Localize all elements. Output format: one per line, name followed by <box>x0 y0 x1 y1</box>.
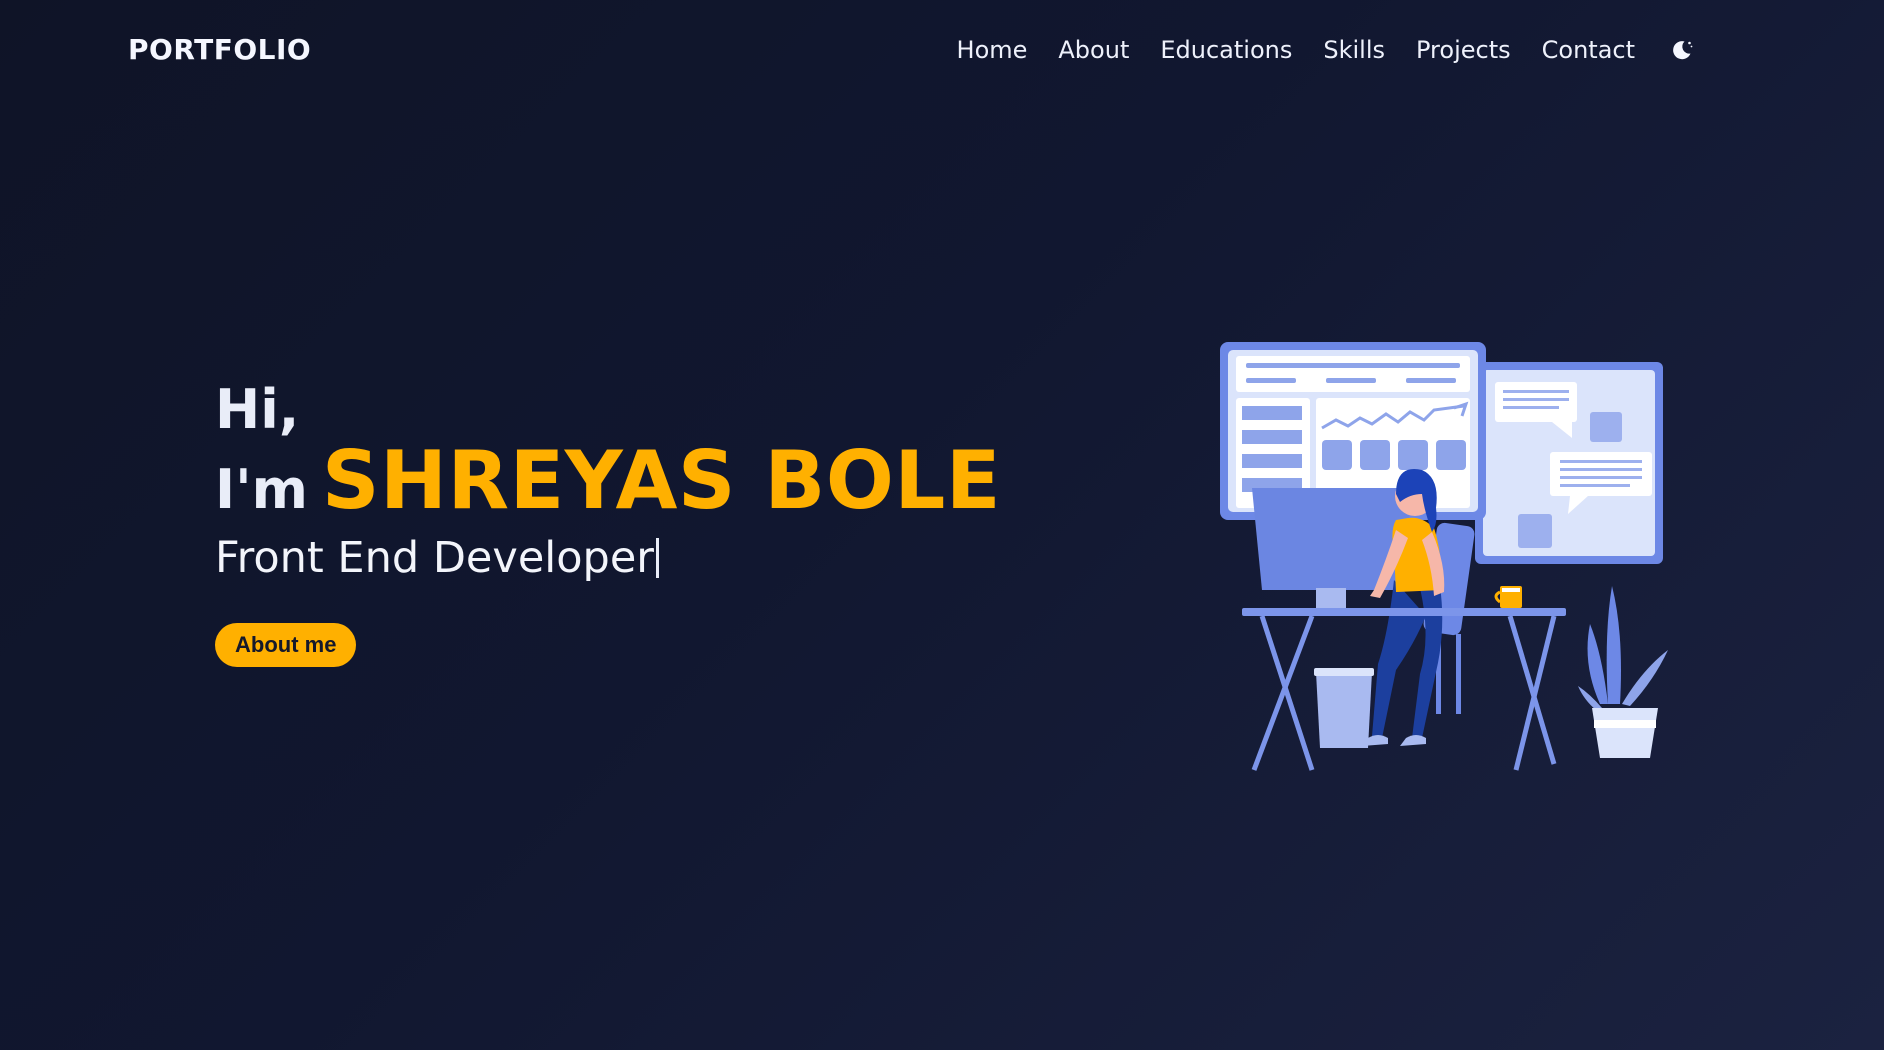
developer-at-desk-illustration <box>1210 334 1680 774</box>
hero-name: SHREYAS BOLE <box>321 434 1001 528</box>
nav-link-contact[interactable]: Contact <box>1542 36 1635 64</box>
typing-cursor <box>655 538 659 579</box>
nav-links: Home About Educations Skills Projects Co… <box>957 36 1694 64</box>
navbar: PORTFOLIO Home About Educations Skills P… <box>0 0 1884 104</box>
nav-link-about[interactable]: About <box>1058 36 1129 64</box>
logo[interactable]: PORTFOLIO <box>128 33 311 66</box>
about-me-button[interactable]: About me <box>215 623 357 668</box>
hero-greeting: Hi, <box>215 378 300 441</box>
hero-im-text: I'm <box>215 458 308 522</box>
nav-link-skills[interactable]: Skills <box>1323 36 1385 64</box>
moon-icon[interactable] <box>1670 38 1694 62</box>
hero-role-line: Front End Developer <box>215 533 1001 583</box>
nav-link-educations[interactable]: Educations <box>1160 36 1292 64</box>
hero-name-line: I'm SHREYAS BOLE <box>215 434 1001 528</box>
nav-link-home[interactable]: Home <box>957 36 1028 64</box>
nav-link-projects[interactable]: Projects <box>1416 36 1511 64</box>
hero-section: Hi, I'm SHREYAS BOLE Front End Developer… <box>215 378 1001 668</box>
hero-role: Front End Developer <box>215 533 654 584</box>
